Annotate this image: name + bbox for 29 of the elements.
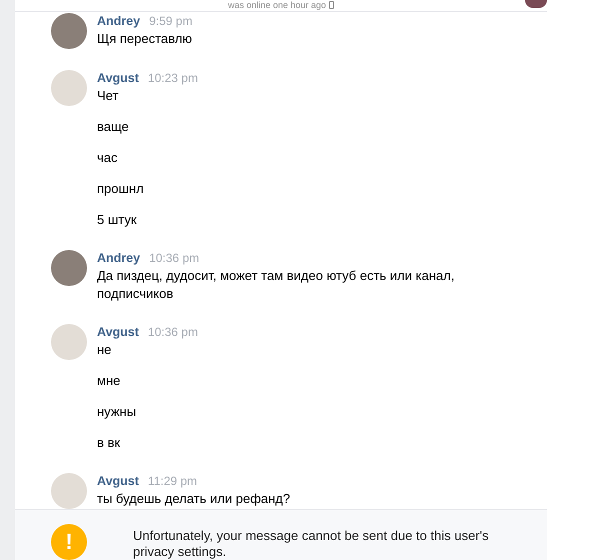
message-text: Щя переставлю	[97, 30, 192, 48]
phone-icon	[329, 1, 334, 10]
message-text: не	[97, 340, 112, 359]
privacy-notice: Unfortunately, your message cannot be sent due to this user's privacy settings.	[133, 528, 490, 560]
avatar-photo-placeholder	[51, 250, 87, 286]
message-text: 5 штук	[97, 210, 138, 229]
message-text: ваще	[97, 118, 130, 136]
author-name[interactable]: Andrey	[97, 12, 140, 30]
online-status: was online one hour ago	[228, 0, 326, 10]
message-time: 10:23 pm	[148, 70, 198, 87]
message-text: в вк	[97, 434, 122, 452]
message-time: 11:29 pm	[148, 472, 198, 490]
message-time: 9:59 pm	[149, 12, 192, 30]
author-name[interactable]: Avgust	[97, 70, 139, 87]
avatar-photo-placeholder	[525, 0, 547, 8]
message-time: 10:36 pm	[149, 250, 200, 267]
message-text: ты будешь делать или рефанд?	[97, 490, 290, 508]
warning-icon: !	[51, 524, 87, 560]
message-time: 10:36 pm	[148, 324, 198, 341]
message-text: мне	[97, 372, 122, 390]
author-name[interactable]: Avgust	[97, 472, 139, 490]
avatar-photo-placeholder	[51, 12, 87, 49]
message-text: час	[97, 148, 119, 167]
message-text: прошнл	[97, 180, 145, 198]
message-text: Да пиздец, дудосит, может там видео ютуб есть или канал, подписчиков	[97, 266, 456, 303]
message-text: Чет	[97, 86, 120, 105]
author-name[interactable]: Andrey	[97, 250, 140, 267]
author-name[interactable]: Avgust	[97, 324, 139, 341]
message-text: нужны	[97, 402, 138, 421]
